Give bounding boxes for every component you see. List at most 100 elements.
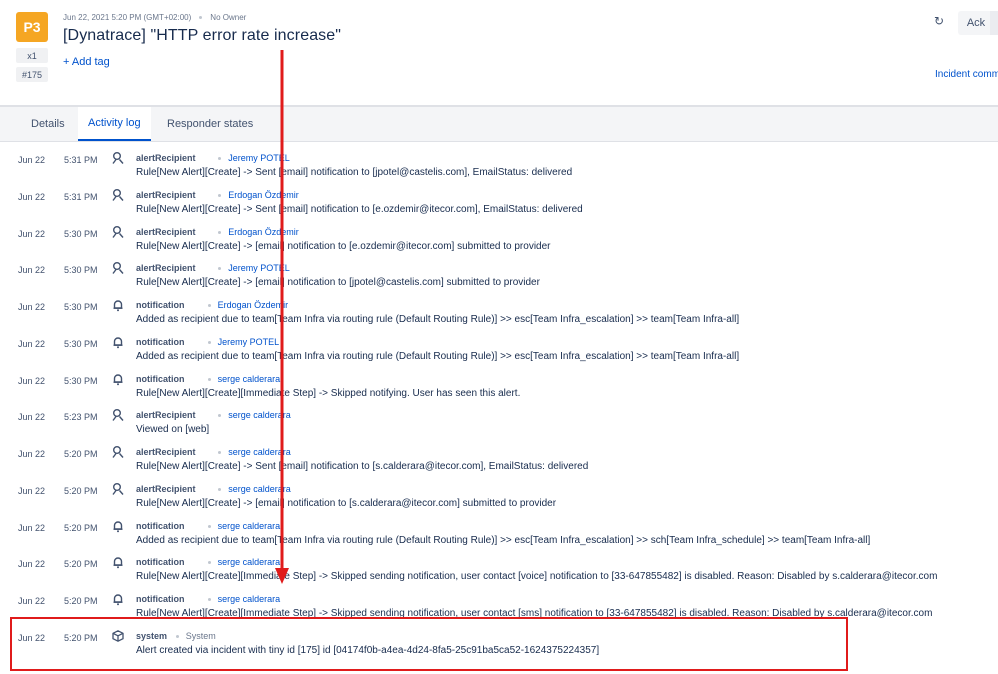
activity-actor[interactable]: Erdogan Özdemir [228, 190, 299, 200]
activity-time: 5:31 PM [64, 155, 98, 165]
more-actions-button[interactable] [990, 11, 998, 35]
type-separator [218, 230, 222, 234]
activity-time: 5:20 PM [64, 485, 98, 496]
activity-row: Jun 22 5:20 PM system System Alert created v… [0, 624, 998, 660]
activity-actor[interactable]: serge calderara [218, 557, 281, 567]
activity-row: Jun 22 5:30 PM notification serge calderara… [0, 367, 998, 403]
activity-date: Jun 22 [18, 449, 46, 459]
ack-button[interactable]: Ack [958, 11, 994, 35]
meta-separator [199, 16, 203, 20]
activity-date: Jun 22 [18, 191, 46, 202]
activity-time: 5:20 PM [64, 596, 98, 606]
type-separator [207, 598, 211, 601]
activity-type: notification [136, 594, 185, 604]
activity-type: alertRecipient [136, 263, 196, 274]
activity-row: Jun 22 5:30 PM alertRecipient Erdogan Özdem… [0, 220, 998, 256]
activity-time: 5:30 PM [64, 375, 98, 386]
activity-type: notification [136, 336, 185, 347]
activity-row: Jun 22 5:20 PM notification serge calderara… [0, 550, 998, 586]
activity-type: notification [136, 300, 185, 310]
activity-actor[interactable]: Jeremy POTEL [228, 263, 290, 273]
activity-date: Jun 22 [18, 302, 46, 312]
activity-actor[interactable]: serge calderara [218, 594, 281, 604]
activity-time: 5:30 PM [64, 265, 98, 276]
activity-actor[interactable]: Erdogan Özdemir [218, 300, 289, 310]
activity-message: Rule[New Alert][Create] -> [email] notif… [136, 497, 557, 509]
user-bell-icon [111, 445, 125, 459]
alert-title: [Dynatrace] "HTTP error rate increase" [63, 27, 342, 44]
activity-message: Added as recipient due to team[Team Infr… [136, 314, 740, 325]
activity-row: Jun 22 5:31 PM alertRecipient Jeremy POTEL R… [0, 146, 998, 182]
activity-time: 5:30 PM [64, 228, 98, 239]
activity-time: 5:31 PM [64, 191, 98, 202]
type-separator [218, 487, 222, 491]
activity-type: notification [136, 373, 185, 384]
activity-message: Added as recipient due to team[Team Infr… [136, 350, 740, 362]
activity-date: Jun 22 [18, 485, 46, 496]
activity-type: alertRecipient [136, 410, 196, 421]
bell-icon [111, 335, 125, 349]
tiny-id-badge: #175 [16, 67, 48, 82]
activity-time: 5:23 PM [64, 412, 98, 423]
user-bell-icon [111, 408, 125, 422]
activity-actor[interactable]: serge calderara [228, 410, 291, 420]
activity-row: Jun 22 5:31 PM alertRecipient Erdogan Özdem… [0, 183, 998, 219]
activity-time: 5:20 PM [64, 449, 98, 459]
owner-label: No Owner [210, 13, 247, 22]
add-tag-link[interactable]: + Add tag [63, 56, 110, 68]
tab-activity-log[interactable]: Activity log [78, 107, 151, 141]
activity-actor[interactable]: serge calderara [218, 521, 281, 531]
activity-message: Viewed on [web] [136, 424, 210, 436]
bell-icon [111, 555, 125, 569]
activity-type: notification [136, 520, 185, 531]
activity-actor[interactable]: Jeremy POTEL [228, 153, 290, 163]
user-bell-icon [111, 261, 125, 275]
activity-message: Rule[New Alert][Create] -> [email] notif… [136, 240, 551, 252]
activity-time: 5:20 PM [64, 522, 98, 533]
activity-type: alertRecipient [136, 189, 196, 200]
activity-actor[interactable]: Jeremy POTEL [218, 337, 280, 347]
created-timestamp: Jun 22, 2021 5:20 PM (GMT+02:00) [63, 13, 192, 22]
bell-icon [111, 298, 125, 312]
activity-time: 5:20 PM [64, 632, 98, 643]
activity-actor[interactable]: serge calderara [218, 374, 281, 384]
type-separator [207, 561, 211, 565]
activity-type: alertRecipient [136, 153, 196, 163]
activity-row: Jun 22 5:30 PM alertRecipient Jeremy POTEL R… [0, 256, 998, 292]
activity-type: alertRecipient [136, 483, 196, 494]
activity-message: Added as recipient due to team[Team Infr… [136, 534, 871, 546]
activity-date: Jun 22 [18, 632, 46, 643]
activity-actor[interactable]: Erdogan Özdemir [228, 227, 299, 237]
activity-date: Jun 22 [18, 338, 46, 349]
bell-icon [111, 592, 125, 606]
activity-actor: System [185, 630, 216, 641]
activity-message: Rule[New Alert][Create][Immediate Step] … [136, 387, 521, 399]
user-bell-icon [111, 482, 125, 496]
activity-date: Jun 22 [18, 596, 46, 606]
type-separator [218, 451, 222, 454]
type-separator [207, 304, 211, 307]
activity-date: Jun 22 [18, 412, 46, 423]
refresh-icon[interactable]: ↻ [934, 14, 944, 28]
activity-message: Rule[New Alert][Create] -> Sent [email] … [136, 461, 589, 472]
activity-row: Jun 22 5:20 PM notification serge calderara… [0, 587, 998, 623]
activity-time: 5:20 PM [64, 559, 98, 570]
activity-message: Rule[New Alert][Create][Immediate Step] … [136, 608, 933, 619]
activity-actor[interactable]: serge calderara [228, 447, 291, 457]
activity-message: Rule[New Alert][Create] -> [email] notif… [136, 277, 540, 289]
incident-commander-link[interactable]: Incident commander [935, 69, 998, 80]
type-separator [207, 377, 211, 381]
user-bell-icon [111, 151, 125, 165]
type-separator [218, 193, 222, 197]
activity-date: Jun 22 [18, 155, 46, 165]
activity-date: Jun 22 [18, 375, 46, 386]
tab-details[interactable]: Details [21, 107, 75, 141]
tab-responder-states[interactable]: Responder states [157, 107, 263, 141]
activity-row: Jun 22 5:20 PM notification serge calderara… [0, 514, 998, 550]
activity-time: 5:30 PM [64, 302, 98, 312]
activity-actor[interactable]: serge calderara [228, 484, 291, 494]
bell-icon [111, 372, 125, 386]
cube-icon [111, 629, 125, 643]
type-separator [218, 267, 222, 271]
priority-badge: P3 [16, 12, 48, 42]
